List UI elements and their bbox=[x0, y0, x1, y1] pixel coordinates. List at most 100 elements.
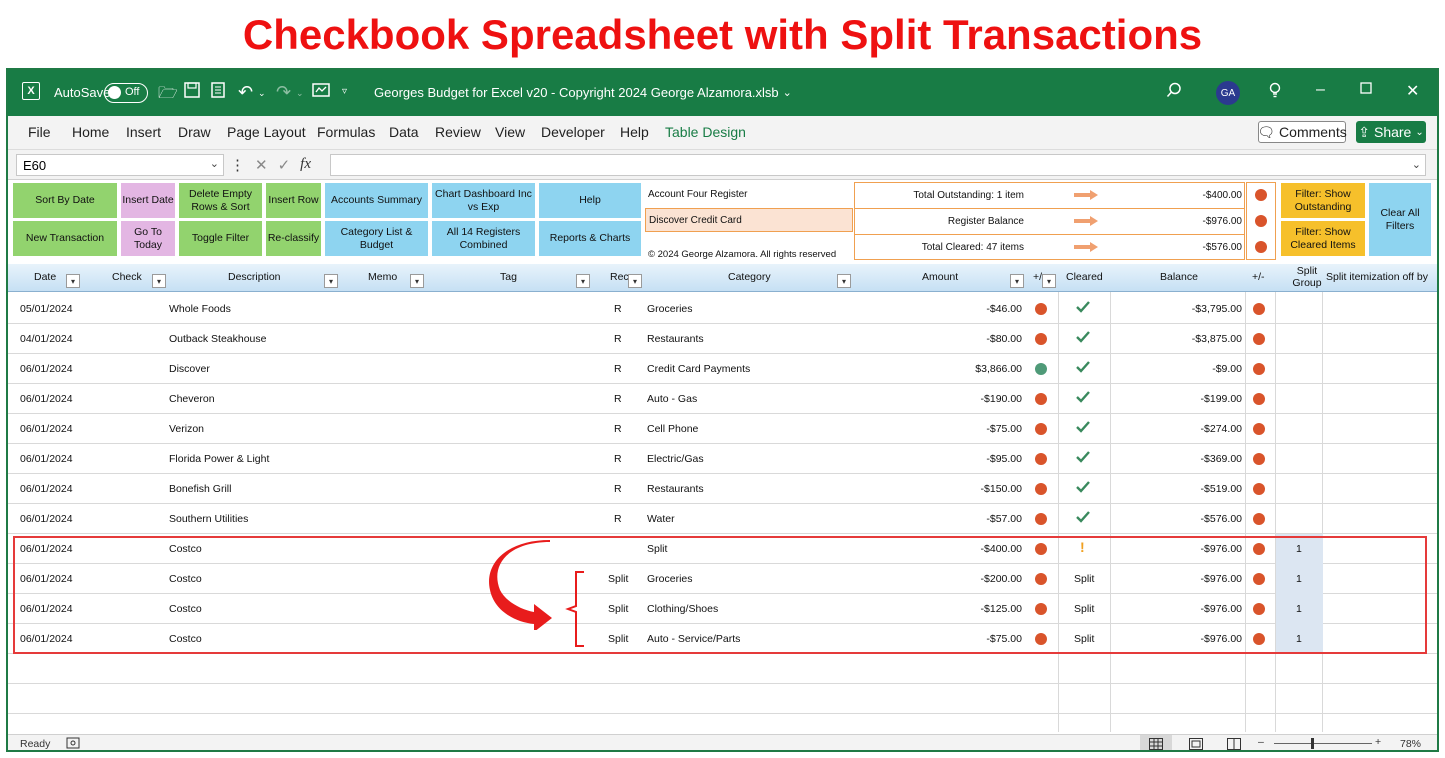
cell-balance[interactable]: -$199.00 bbox=[1201, 393, 1242, 405]
checkmark-icon[interactable] bbox=[1076, 300, 1090, 314]
cell-description[interactable]: Discover bbox=[169, 363, 210, 375]
cell-amount[interactable]: -$75.00 bbox=[986, 423, 1022, 435]
checkmark-icon[interactable] bbox=[1076, 510, 1090, 524]
accounts-summary-button[interactable]: Accounts Summary bbox=[324, 182, 429, 219]
empty-row[interactable] bbox=[8, 654, 1437, 684]
sort-by-date-button[interactable]: Sort By Date bbox=[12, 182, 118, 219]
cell-amount[interactable]: $3,866.00 bbox=[975, 363, 1022, 375]
new-transaction-button[interactable]: New Transaction bbox=[12, 220, 118, 257]
open-folder-icon[interactable]: 🗁 bbox=[158, 82, 178, 109]
macro-icon[interactable] bbox=[312, 82, 330, 98]
cell-category[interactable]: Restaurants bbox=[647, 483, 704, 495]
zoom-out-icon[interactable]: – bbox=[1258, 736, 1264, 748]
cell-amount[interactable]: -$150.00 bbox=[981, 483, 1022, 495]
cell-description[interactable]: Verizon bbox=[169, 423, 204, 435]
category-list-button[interactable]: Category List & Budget bbox=[324, 220, 429, 257]
cell-description[interactable]: Whole Foods bbox=[169, 303, 231, 315]
share-button[interactable]: ⇪ Share ⌄ bbox=[1356, 121, 1426, 143]
cell-rec[interactable]: R bbox=[614, 303, 622, 315]
filter-dropdown-icon[interactable]: ▾ bbox=[324, 274, 338, 288]
table-row[interactable]: 05/01/2024 Whole Foods R Groceries -$46.00 -$… bbox=[8, 294, 1437, 324]
more-icon[interactable]: ⋮ bbox=[230, 156, 245, 174]
cell-date[interactable]: 06/01/2024 bbox=[20, 483, 73, 495]
insert-row-button[interactable]: Insert Row bbox=[265, 182, 322, 219]
cell-rec[interactable]: R bbox=[614, 423, 622, 435]
undo-chevron-icon[interactable]: ⌄ bbox=[258, 88, 266, 99]
help-button[interactable]: Help bbox=[538, 182, 642, 219]
filter-dropdown-icon[interactable]: ▾ bbox=[410, 274, 424, 288]
tab-review[interactable]: Review bbox=[435, 124, 481, 140]
table-row[interactable]: 04/01/2024 Outback Steakhouse R Restaurants… bbox=[8, 324, 1437, 354]
tab-help[interactable]: Help bbox=[620, 124, 649, 140]
checkmark-icon[interactable] bbox=[1076, 480, 1090, 494]
tab-page-layout[interactable]: Page Layout bbox=[227, 124, 306, 140]
filter-dropdown-icon[interactable]: ▾ bbox=[628, 274, 642, 288]
table-row[interactable]: 06/01/2024 Florida Power & Light R Electric… bbox=[8, 444, 1437, 474]
cell-rec[interactable]: R bbox=[614, 363, 622, 375]
checkmark-icon[interactable] bbox=[1076, 420, 1090, 434]
zoom-in-icon[interactable]: + bbox=[1375, 736, 1381, 748]
cell-balance[interactable]: -$3,795.00 bbox=[1192, 303, 1242, 315]
tab-developer[interactable]: Developer bbox=[541, 124, 605, 140]
cell-description[interactable]: Cheveron bbox=[169, 393, 215, 405]
cell-category[interactable]: Auto - Gas bbox=[647, 393, 697, 405]
checkmark-icon[interactable] bbox=[1076, 390, 1090, 404]
filter-dropdown-icon[interactable]: ▾ bbox=[1010, 274, 1024, 288]
cell-category[interactable]: Cell Phone bbox=[647, 423, 698, 435]
cell-balance[interactable]: -$274.00 bbox=[1201, 423, 1242, 435]
cell-category[interactable]: Water bbox=[647, 513, 675, 525]
page-layout-view-icon[interactable] bbox=[1189, 738, 1203, 750]
tab-formulas[interactable]: Formulas bbox=[317, 124, 375, 140]
autosave-toggle[interactable]: Off bbox=[104, 83, 148, 103]
filter-dropdown-icon[interactable]: ▾ bbox=[152, 274, 166, 288]
close-icon[interactable]: ✕ bbox=[1406, 81, 1419, 101]
table-row[interactable]: 06/01/2024 Bonefish Grill R Restaurants -$15… bbox=[8, 474, 1437, 504]
filter-dropdown-icon[interactable]: ▾ bbox=[66, 274, 80, 288]
tab-view[interactable]: View bbox=[495, 124, 525, 140]
formula-input[interactable]: ⌄ bbox=[330, 154, 1426, 176]
cell-balance[interactable]: -$519.00 bbox=[1201, 483, 1242, 495]
zoom-slider[interactable] bbox=[1274, 738, 1372, 749]
cell-balance[interactable]: -$369.00 bbox=[1201, 453, 1242, 465]
cell-date[interactable]: 05/01/2024 bbox=[20, 303, 73, 315]
customize-qat-icon[interactable]: ▿ bbox=[342, 86, 347, 97]
cell-date[interactable]: 06/01/2024 bbox=[20, 423, 73, 435]
tab-insert[interactable]: Insert bbox=[126, 124, 161, 140]
reclassify-button[interactable]: Re-classify bbox=[265, 220, 322, 257]
maximize-icon[interactable] bbox=[1360, 82, 1372, 94]
normal-view-icon[interactable] bbox=[1140, 735, 1172, 750]
cell-rec[interactable]: R bbox=[614, 333, 622, 345]
zoom-level[interactable]: 78% bbox=[1400, 738, 1421, 750]
expand-formula-chevron-icon[interactable]: ⌄ bbox=[1412, 158, 1421, 171]
checkmark-icon[interactable] bbox=[1076, 450, 1090, 464]
form-icon[interactable] bbox=[210, 82, 226, 98]
reports-charts-button[interactable]: Reports & Charts bbox=[538, 220, 642, 257]
lightbulb-icon[interactable] bbox=[1268, 82, 1282, 98]
tab-home[interactable]: Home bbox=[72, 124, 109, 140]
cell-category[interactable]: Electric/Gas bbox=[647, 453, 704, 465]
cell-date[interactable]: 04/01/2024 bbox=[20, 333, 73, 345]
insert-date-button[interactable]: Insert Date bbox=[120, 182, 176, 219]
redo-chevron-icon[interactable]: ⌄ bbox=[296, 88, 304, 99]
filter-dropdown-icon[interactable]: ▾ bbox=[837, 274, 851, 288]
cell-date[interactable]: 06/01/2024 bbox=[20, 363, 73, 375]
undo-icon[interactable]: ↶ bbox=[238, 82, 253, 103]
redo-icon[interactable]: ↷ bbox=[276, 82, 291, 103]
enter-icon[interactable]: ✓ bbox=[278, 156, 291, 174]
insert-function-icon[interactable]: fx bbox=[300, 156, 311, 174]
cell-balance[interactable]: -$3,875.00 bbox=[1192, 333, 1242, 345]
comments-button[interactable]: 🗨 Comments bbox=[1257, 121, 1347, 143]
empty-row[interactable] bbox=[8, 684, 1437, 714]
checkmark-icon[interactable] bbox=[1076, 360, 1090, 374]
cell-category[interactable]: Groceries bbox=[647, 303, 693, 315]
cell-rec[interactable]: R bbox=[614, 393, 622, 405]
chart-dashboard-button[interactable]: Chart Dashboard Inc vs Exp bbox=[431, 182, 536, 219]
cell-date[interactable]: 06/01/2024 bbox=[20, 513, 73, 525]
page-break-view-icon[interactable] bbox=[1227, 738, 1241, 750]
checkmark-icon[interactable] bbox=[1076, 330, 1090, 344]
cell-rec[interactable]: R bbox=[614, 513, 622, 525]
name-box[interactable]: E60 ⌄ bbox=[16, 154, 224, 176]
cell-category[interactable]: Credit Card Payments bbox=[647, 363, 750, 375]
cell-amount[interactable]: -$46.00 bbox=[986, 303, 1022, 315]
cell-date[interactable]: 06/01/2024 bbox=[20, 453, 73, 465]
